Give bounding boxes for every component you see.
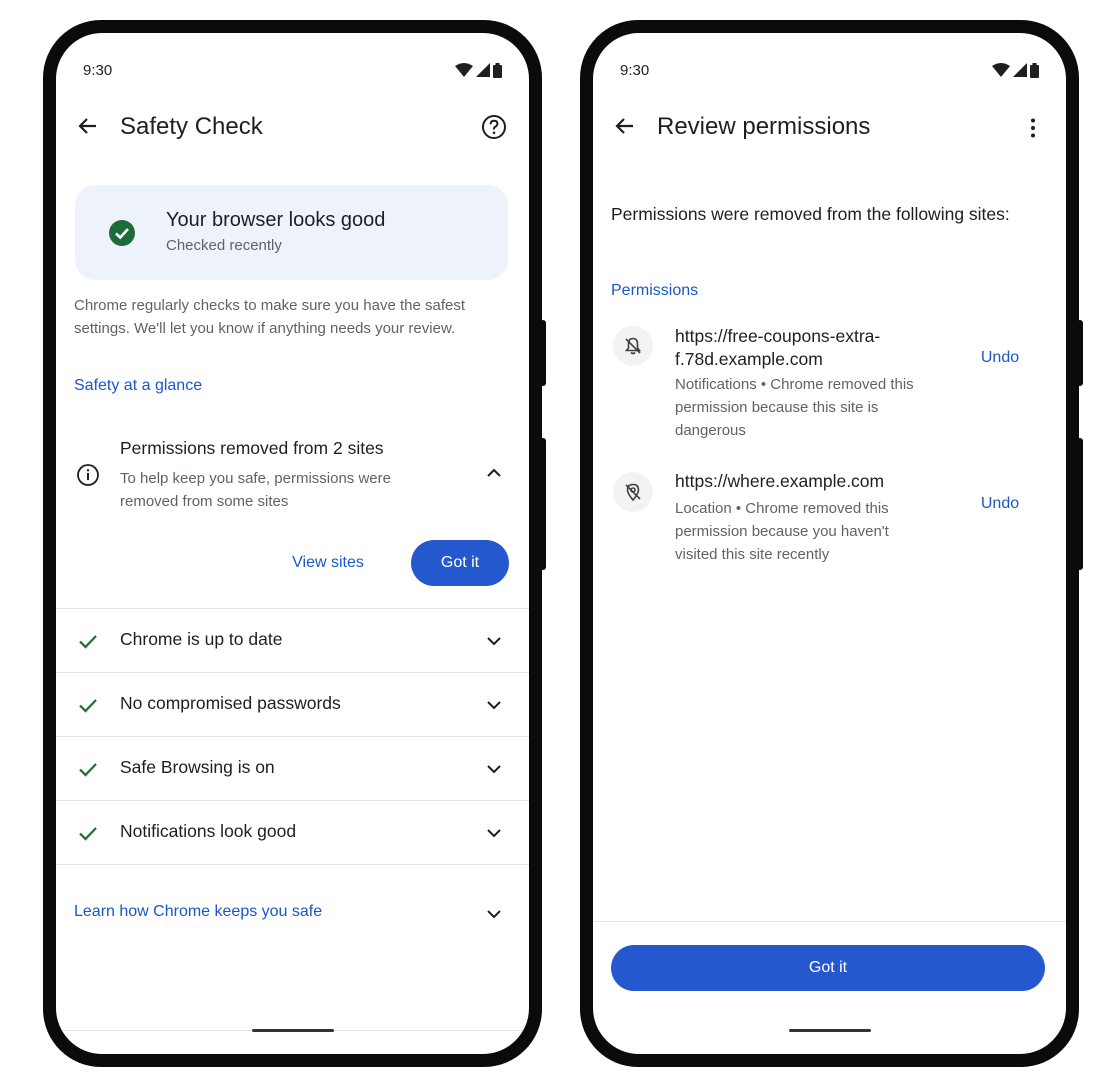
site-description: Notifications • Chrome removed this: [675, 376, 914, 393]
check-row-notifications[interactable]: Notifications look good: [56, 801, 529, 864]
gesture-nav-handle[interactable]: [251, 1029, 334, 1032]
chevron-down-icon: [487, 829, 501, 838]
more-vert-icon[interactable]: [1021, 116, 1045, 140]
view-sites-button[interactable]: View sites: [278, 541, 378, 585]
info-icon: [77, 464, 99, 486]
check-icon: [79, 699, 97, 713]
chevron-up-icon[interactable]: [483, 462, 505, 484]
check-row-no-compromised-passwords[interactable]: No compromised passwords: [56, 673, 529, 736]
phone-frame-left: 9:30 Safety Check Your browser looks goo…: [43, 20, 546, 1067]
divider: [593, 921, 1066, 922]
volume-button: [1077, 438, 1083, 570]
bell-off-icon: [624, 337, 642, 355]
power-button: [540, 320, 546, 386]
safety-check-screen: 9:30 Safety Check Your browser looks goo…: [56, 33, 529, 1054]
back-arrow-icon[interactable]: [76, 114, 100, 138]
chevron-down-icon: [487, 701, 501, 710]
site-url: https://free-coupons-extra-: [675, 326, 881, 346]
notifications-off-icon: [613, 326, 653, 366]
chevron-down-icon: [487, 910, 501, 919]
page-title: Review permissions: [657, 113, 871, 140]
review-permissions-screen: 9:30 Review permissions Permissions were…: [593, 33, 1066, 1054]
page-title: Safety Check: [120, 113, 263, 140]
site-description: permission because this site is: [675, 399, 879, 416]
safety-description: Chrome regularly checks to make sure you…: [74, 297, 466, 337]
location-off-icon: [613, 472, 653, 512]
check-label: No compromised passwords: [120, 693, 341, 713]
got-it-button[interactable]: Got it: [611, 945, 1045, 991]
back-arrow-icon[interactable]: [613, 114, 637, 138]
battery-icon: [493, 62, 502, 78]
check-icon: [79, 827, 97, 841]
undo-button[interactable]: Undo: [965, 486, 1035, 522]
section-label-safety-at-a-glance: Safety at a glance: [74, 377, 203, 394]
permissions-subtitle: To help keep you safe, permissions were …: [120, 470, 391, 510]
check-label: Chrome is up to date: [120, 629, 283, 649]
status-subtitle: Checked recently: [166, 237, 282, 254]
undo-button[interactable]: Undo: [965, 340, 1035, 376]
check-label: Notifications look good: [120, 821, 297, 841]
check-icon: [79, 635, 97, 649]
wifi-icon: [455, 63, 473, 77]
help-icon[interactable]: [481, 114, 507, 140]
got-it-button[interactable]: Got it: [411, 540, 509, 586]
signal-icon: [476, 63, 490, 77]
check-label: Safe Browsing is on: [120, 757, 275, 777]
check-icon: [79, 763, 97, 777]
check-circle-icon: [109, 220, 135, 246]
status-card: Your browser looks good Checked recently: [75, 185, 508, 280]
section-label-permissions: Permissions: [611, 282, 699, 299]
divider: [56, 864, 529, 865]
wifi-icon: [992, 63, 1010, 77]
check-row-safe-browsing[interactable]: Safe Browsing is on: [56, 737, 529, 800]
site-description: permission because you haven't: [675, 523, 889, 540]
chevron-down-icon: [487, 765, 501, 774]
permissions-title: Permissions removed from 2 sites: [120, 438, 384, 458]
battery-icon: [1030, 62, 1039, 78]
status-title: Your browser looks good: [166, 209, 386, 231]
site-url: https://where.example.com: [675, 471, 885, 491]
signal-icon: [1013, 63, 1027, 77]
volume-button: [540, 438, 546, 570]
check-row-chrome-up-to-date[interactable]: Chrome is up to date: [56, 609, 529, 672]
intro-text: Permissions were removed from the follow…: [611, 204, 1010, 224]
power-button: [1077, 320, 1083, 386]
learn-more-row[interactable]: Learn how Chrome keeps you safe: [56, 883, 529, 943]
status-icons: [992, 62, 1039, 78]
learn-more-link: Learn how Chrome keeps you safe: [74, 903, 323, 920]
site-description: visited this site recently: [675, 546, 830, 563]
gesture-nav-handle[interactable]: [788, 1029, 871, 1032]
phone-frame-right: 9:30 Review permissions Permissions were…: [580, 20, 1083, 1067]
status-time: 9:30: [620, 62, 650, 79]
pin-off-icon: [625, 483, 641, 502]
site-url: f.78d.example.com: [675, 349, 823, 369]
status-time: 9:30: [83, 62, 113, 79]
status-icons: [455, 62, 502, 78]
chevron-down-icon: [487, 637, 501, 646]
site-description: dangerous: [675, 422, 746, 439]
site-description: Location • Chrome removed this: [675, 500, 889, 517]
